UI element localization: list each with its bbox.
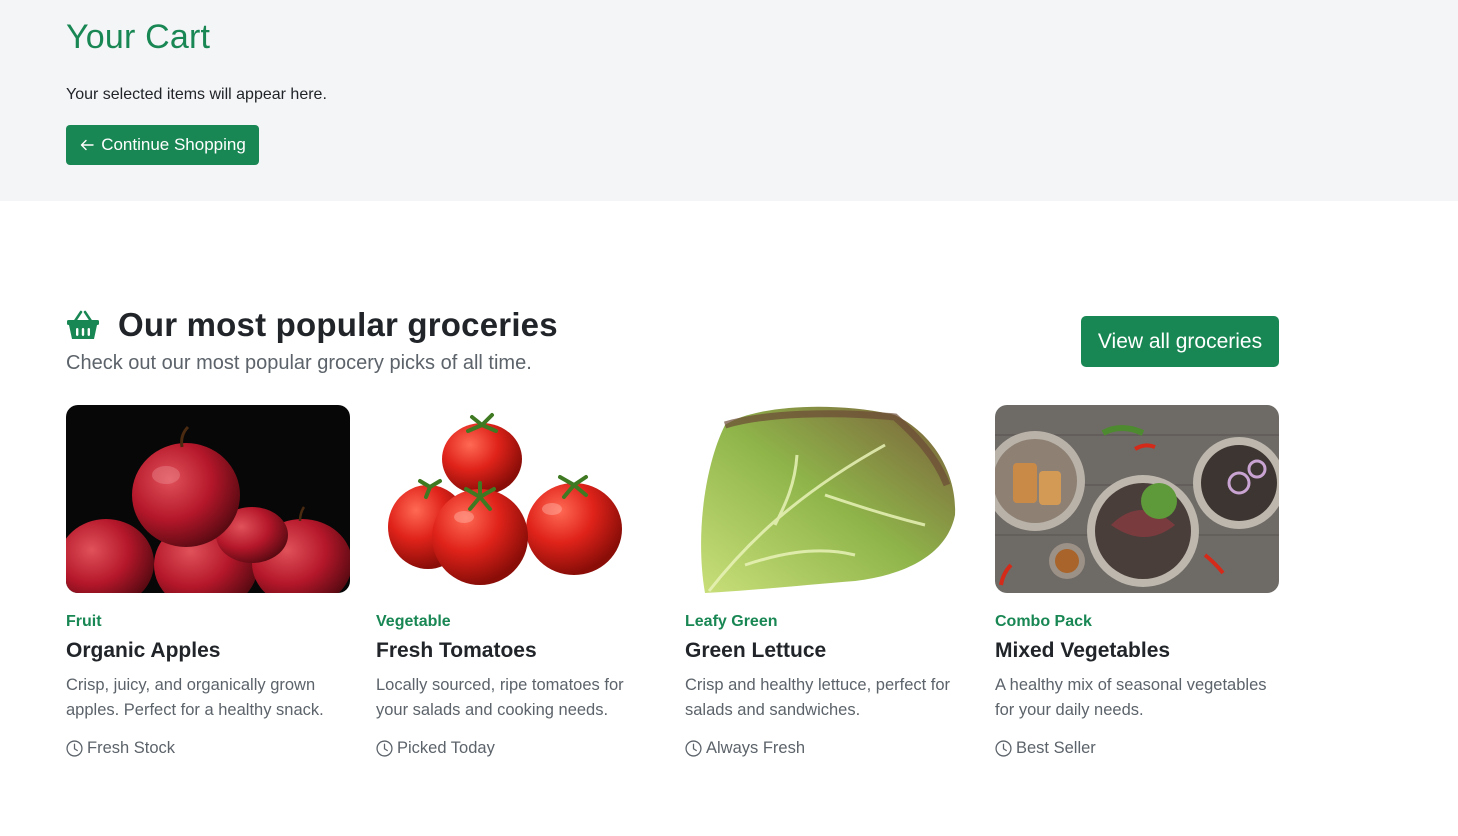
cart-title: Your Cart (66, 18, 211, 56)
clock-icon (66, 740, 83, 757)
continue-shopping-label: Continue Shopping (101, 135, 246, 154)
product-name[interactable]: Fresh Tomatoes (376, 639, 660, 663)
product-description: Locally sourced, ripe tomatoes for your … (376, 676, 624, 719)
mixed-vegetables-image (995, 405, 1279, 593)
popular-title: Our most popular groceries (118, 306, 558, 343)
product-category: Leafy Green (685, 613, 778, 630)
product-meta-label: Fresh Stock (87, 739, 176, 757)
product-meta-label: Picked Today (397, 739, 495, 757)
product-name[interactable]: Green Lettuce (685, 639, 969, 663)
product-card[interactable]: Combo Pack Mixed Vegetables A healthy mi… (995, 405, 1279, 758)
product-category: Combo Pack (995, 613, 1092, 630)
product-card[interactable]: Vegetable Fresh Tomatoes Locally sourced… (376, 405, 660, 758)
product-card[interactable]: Fruit Organic Apples Crisp, juicy, and o… (66, 405, 350, 758)
product-category: Vegetable (376, 613, 451, 630)
cart-section: Your Cart Your selected items will appea… (0, 0, 1458, 201)
apples-image (66, 405, 350, 593)
popular-subtitle: Check out our most popular grocery picks… (66, 352, 532, 374)
clock-icon (685, 740, 702, 757)
lettuce-image (685, 405, 969, 593)
tomatoes-image (376, 405, 660, 593)
product-description: Crisp, juicy, and organically grown appl… (66, 676, 324, 719)
continue-shopping-button[interactable]: Continue Shopping (66, 125, 259, 165)
product-name[interactable]: Organic Apples (66, 639, 350, 663)
product-meta: Picked Today (376, 739, 660, 758)
view-all-groceries-button[interactable]: View all groceries (1081, 316, 1279, 367)
product-meta: Best Seller (995, 739, 1279, 758)
product-category: Fruit (66, 613, 102, 630)
clock-icon (376, 740, 393, 757)
product-meta: Always Fresh (685, 739, 969, 758)
clock-icon (995, 740, 1012, 757)
product-meta-label: Always Fresh (706, 739, 806, 757)
popular-header: Our most popular groceries (66, 306, 558, 344)
product-card[interactable]: Leafy Green Green Lettuce Crisp and heal… (685, 405, 969, 758)
product-description: Crisp and healthy lettuce, perfect for s… (685, 676, 951, 719)
basket-icon (66, 309, 100, 341)
arrow-left-icon (80, 139, 94, 151)
cart-empty-text: Your selected items will appear here. (66, 86, 327, 103)
product-meta: Fresh Stock (66, 739, 350, 758)
product-meta-label: Best Seller (1016, 739, 1096, 757)
product-name[interactable]: Mixed Vegetables (995, 639, 1279, 663)
product-description: A healthy mix of seasonal vegetables for… (995, 676, 1267, 719)
